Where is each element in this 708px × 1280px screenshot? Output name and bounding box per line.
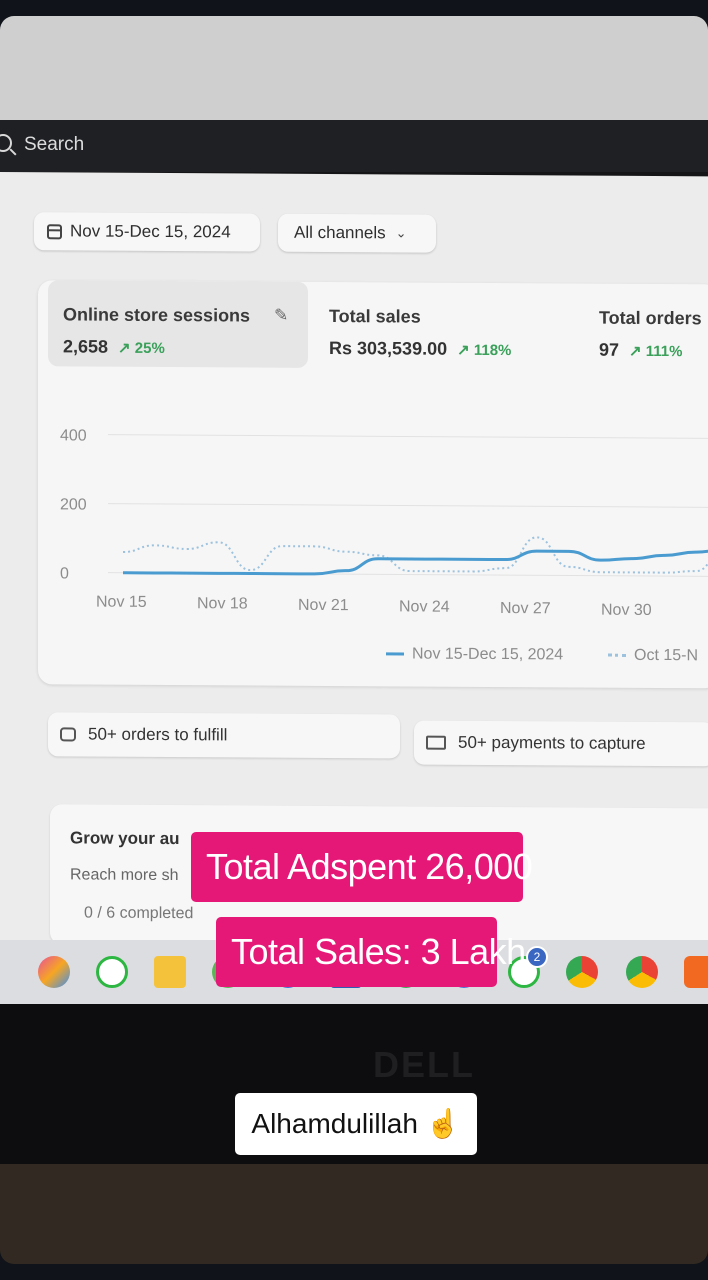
current-period-line [123, 547, 708, 576]
sessions-line-chart: 400 200 0 Nov 15 Nov 18 Nov 21 Nov 24 Nov 27 Nov… [60, 427, 708, 619]
y-tick-label: 0 [60, 565, 69, 582]
notification-badge: 2 [526, 946, 548, 968]
grow-title: Grow your au [70, 828, 180, 849]
legend-current: Nov 15-Dec 15, 2024 [386, 645, 563, 664]
x-tick-label: Nov 24 [399, 598, 450, 615]
caption-sticker: Alhamdulillah ☝️ [235, 1093, 477, 1155]
chevron-down-icon: ⌄ [395, 225, 407, 241]
payments-to-capture-button[interactable]: 50+ payments to capture [414, 720, 708, 767]
top-blank-area [0, 16, 708, 120]
channels-dropdown[interactable]: All channels ⌄ [278, 213, 436, 253]
app-icon[interactable] [684, 956, 708, 988]
x-tick-label: Nov 18 [197, 595, 248, 612]
sales-sticker: Total Sales: 3 Lakh [216, 917, 526, 987]
x-tick-label: Nov 27 [500, 600, 551, 617]
date-range-picker[interactable]: Nov 15-Dec 15, 2024 [34, 212, 260, 252]
legend-dotted-swatch [608, 653, 626, 658]
inbox-icon [60, 727, 76, 742]
x-tick-label: Nov 21 [298, 597, 349, 614]
x-tick-label: Nov 30 [601, 602, 652, 619]
money-icon [426, 735, 446, 750]
previous-period-line [122, 536, 708, 574]
laptop-screen: Nov 15-Dec 15, 2024 All channels ⌄ Onlin… [0, 172, 708, 949]
calendar-icon [47, 223, 62, 239]
y-tick-label: 400 [60, 427, 87, 444]
y-tick-label: 200 [60, 496, 87, 513]
whatsapp-icon[interactable] [96, 956, 128, 988]
capture-label: 50+ payments to capture [458, 732, 646, 753]
legend-previous: Oct 15-N [608, 647, 698, 666]
chrome-icon[interactable] [566, 956, 598, 988]
orders-to-fulfill-button[interactable]: 50+ orders to fulfill [48, 712, 400, 759]
search-bar[interactable]: Search [0, 120, 708, 172]
analytics-card: Online store sessions ✎ 2,658 ↗ 25% Total… [38, 280, 708, 689]
search-label: Search [24, 134, 85, 155]
channels-label: All channels [294, 222, 386, 243]
fulfill-label: 50+ orders to fulfill [88, 724, 228, 745]
grow-subtitle: Reach more sh [70, 866, 179, 885]
grid-line [108, 434, 708, 439]
grow-progress: 0 / 6 completed [84, 904, 194, 923]
legend-solid-swatch [386, 652, 404, 656]
copilot-icon[interactable] [38, 956, 70, 988]
story-frame: Search Nov 15-Dec 15, 2024 All channels … [0, 16, 708, 1264]
dell-logo: DELL [373, 1044, 475, 1085]
folder-icon[interactable] [154, 956, 186, 988]
grid-line [108, 503, 708, 508]
x-tick-label: Nov 15 [96, 594, 147, 611]
search-icon [0, 134, 12, 152]
chrome-icon[interactable] [626, 956, 658, 988]
desk-surface [0, 1164, 708, 1264]
date-range-label: Nov 15-Dec 15, 2024 [70, 221, 231, 242]
legend-label: Oct 15-N [634, 646, 699, 665]
legend-label: Nov 15-Dec 15, 2024 [412, 645, 564, 664]
adspent-sticker: Total Adspent 26,000 [191, 832, 533, 902]
